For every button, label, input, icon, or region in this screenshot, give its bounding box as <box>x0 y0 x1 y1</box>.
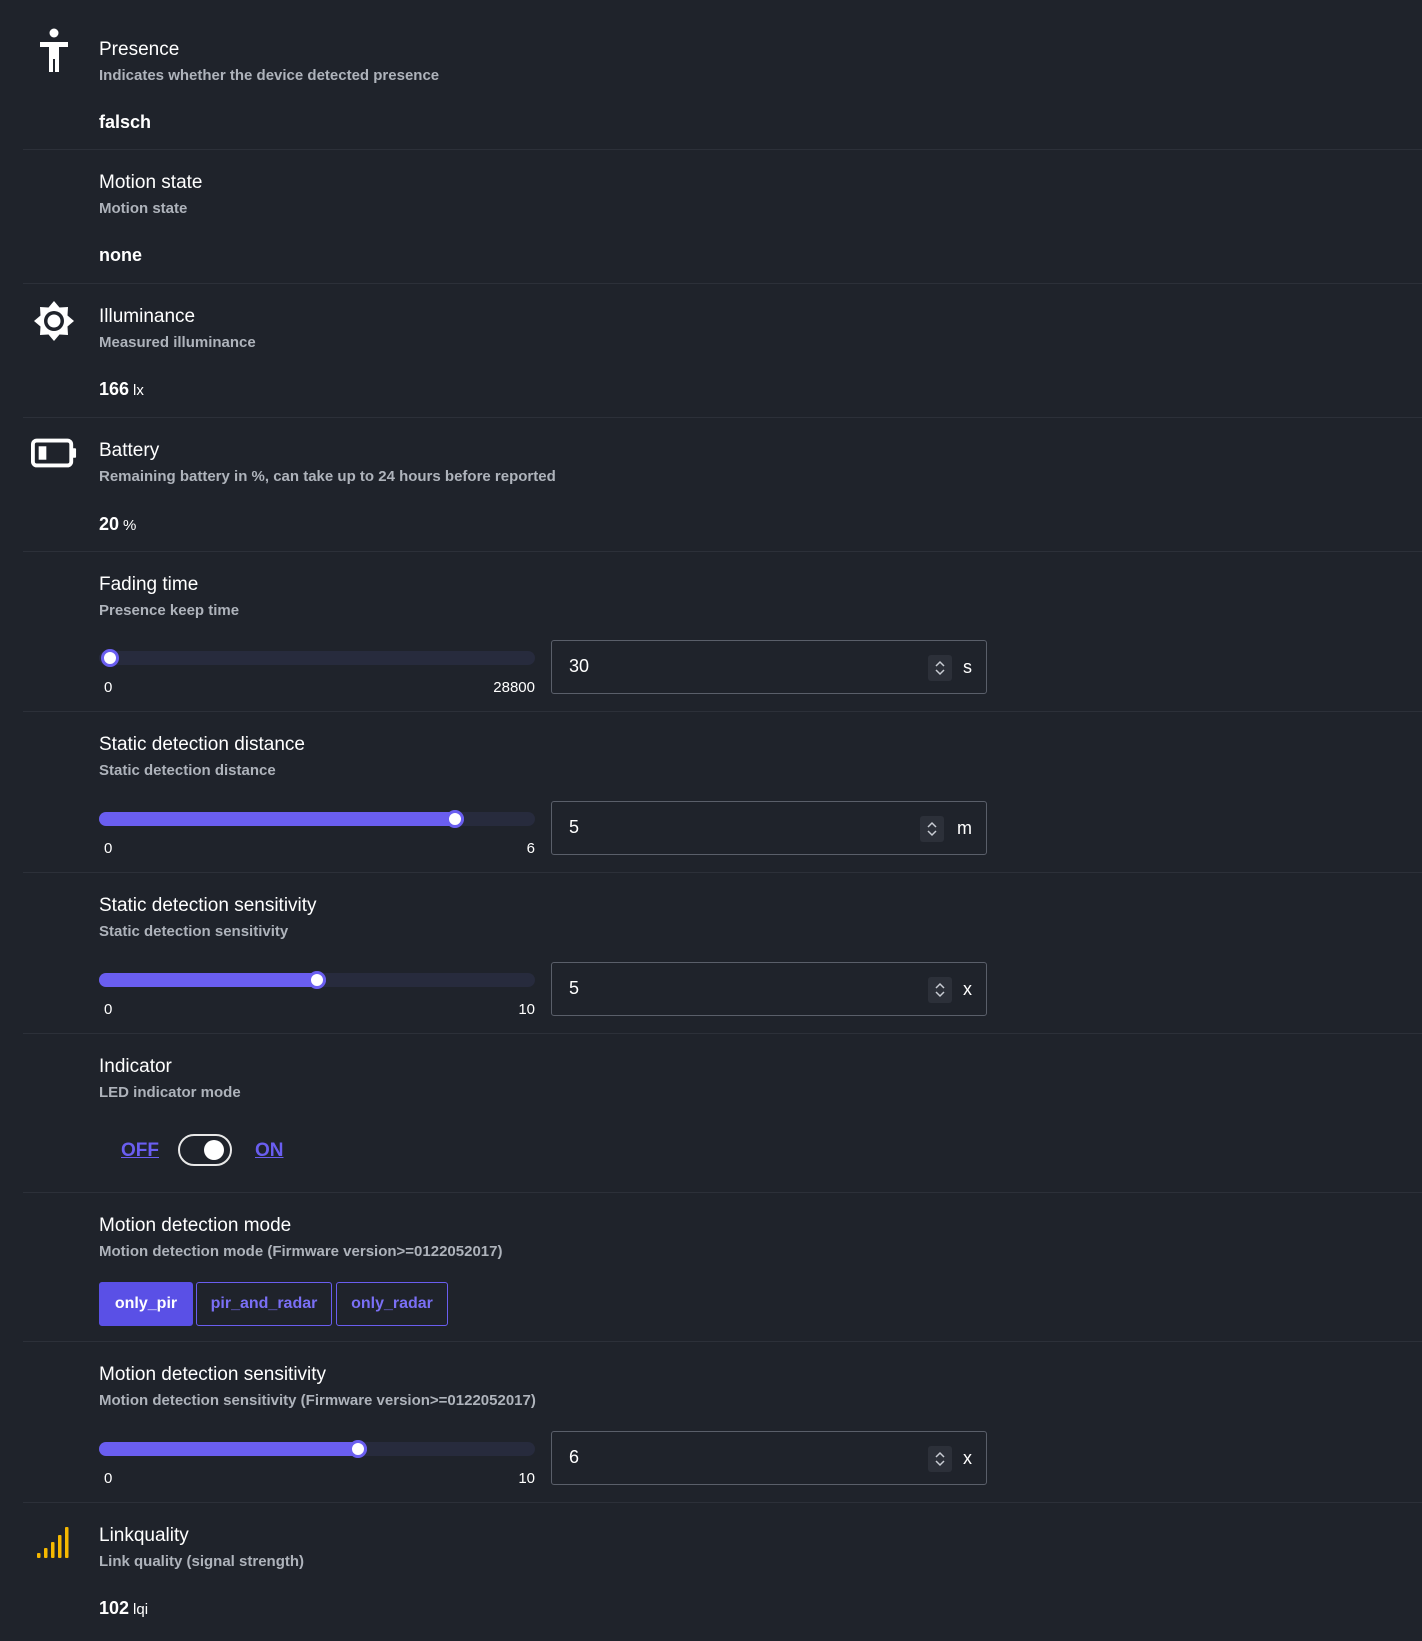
static-sensitivity-max: 10 <box>518 1001 535 1018</box>
static-distance-slider[interactable] <box>99 810 535 828</box>
motion-sensitivity-description: Motion detection sensitivity (Firmware v… <box>99 1392 536 1409</box>
presence-value: falsch <box>99 112 152 132</box>
battery-title: Battery <box>99 440 160 461</box>
battery-row: Battery Remaining battery in %, can take… <box>23 418 1422 552</box>
indicator-row: Indicator LED indicator mode OFF ON <box>23 1034 1422 1193</box>
illuminance-row: Illuminance Measured illuminance 166 lx <box>23 284 1422 418</box>
linkquality-unit: lqi <box>133 1601 149 1618</box>
slider-thumb[interactable] <box>308 971 326 989</box>
battery-value: 20% <box>99 514 136 535</box>
indicator-on-label[interactable]: ON <box>255 1140 284 1162</box>
mode-option-pir-and-radar[interactable]: pir_and_radar <box>196 1282 332 1326</box>
motion-state-row: Motion state Motion state none <box>23 150 1422 284</box>
fading-time-slider[interactable] <box>99 649 535 667</box>
static-distance-max: 6 <box>526 840 535 857</box>
motion-sensitivity-max: 10 <box>518 1470 535 1487</box>
linkquality-row: Linkquality Link quality (signal strengt… <box>23 1503 1422 1641</box>
linkquality-description: Link quality (signal strength) <box>99 1553 305 1570</box>
static-distance-description: Static detection distance <box>99 762 276 779</box>
static-sensitivity-input-unit: x <box>963 979 972 999</box>
motion-sensitivity-title: Motion detection sensitivity <box>99 1364 327 1385</box>
static-sensitivity-input-value: 5 <box>569 978 580 998</box>
illuminance-number: 166 <box>99 379 130 399</box>
battery-unit: % <box>123 517 137 534</box>
slider-fill <box>99 812 464 826</box>
indicator-title: Indicator <box>99 1056 172 1077</box>
illuminance-description: Measured illuminance <box>99 334 256 351</box>
static-sensitivity-row: Static detection sensitivity Static dete… <box>23 873 1422 1034</box>
fading-time-description: Presence keep time <box>99 602 240 619</box>
spinner-icon[interactable] <box>928 1446 952 1472</box>
motion-mode-title: Motion detection mode <box>99 1215 292 1236</box>
motion-state-description: Motion state <box>99 200 188 217</box>
static-sensitivity-slider[interactable] <box>99 971 535 989</box>
motion-sensitivity-input[interactable]: 6 x <box>551 1431 987 1485</box>
presence-description: Indicates whether the device detected pr… <box>99 67 440 84</box>
static-sensitivity-input[interactable]: 5 x <box>551 962 987 1016</box>
person-icon <box>31 28 77 74</box>
indicator-toggle[interactable] <box>178 1134 232 1166</box>
motion-state-title: Motion state <box>99 172 203 193</box>
indicator-description: LED indicator mode <box>99 1084 241 1101</box>
slider-thumb[interactable] <box>445 810 464 828</box>
battery-icon <box>31 430 77 476</box>
static-distance-min: 0 <box>104 840 113 857</box>
static-distance-input-value: 5 <box>569 817 580 837</box>
spinner-icon[interactable] <box>928 655 952 681</box>
illuminance-value: 166 lx <box>99 379 144 400</box>
static-distance-input[interactable]: 5 m <box>551 801 987 855</box>
static-sensitivity-description: Static detection sensitivity <box>99 923 289 940</box>
motion-sensitivity-input-value: 6 <box>569 1447 580 1467</box>
fading-time-input-value: 30 <box>569 656 590 676</box>
fading-time-title: Fading time <box>99 574 199 595</box>
static-sensitivity-title: Static detection sensitivity <box>99 895 317 916</box>
linkquality-title: Linkquality <box>99 1525 189 1546</box>
motion-sensitivity-row: Motion detection sensitivity Motion dete… <box>23 1342 1422 1503</box>
illuminance-unit: lx <box>133 382 144 399</box>
fading-time-min: 0 <box>104 679 113 696</box>
fading-time-row: Fading time Presence keep time 0 28800 3… <box>23 552 1422 712</box>
brightness-icon <box>31 298 77 344</box>
motion-sensitivity-slider[interactable] <box>99 1440 535 1458</box>
linkquality-number: 102 <box>99 1598 130 1618</box>
presence-title: Presence <box>99 39 180 60</box>
battery-description: Remaining battery in %, can take up to 2… <box>99 468 556 485</box>
illuminance-title: Illuminance <box>99 306 196 327</box>
motion-sensitivity-min: 0 <box>104 1470 113 1487</box>
static-distance-input-unit: m <box>957 818 972 838</box>
slider-fill <box>99 1442 368 1456</box>
motion-mode-description: Motion detection mode (Firmware version>… <box>99 1243 503 1260</box>
mode-option-only-radar[interactable]: only_radar <box>336 1282 448 1326</box>
motion-state-value: none <box>99 245 142 265</box>
fading-time-input-unit: s <box>963 657 972 677</box>
presence-row: Presence Indicates whether the device de… <box>23 0 1422 150</box>
linkquality-value: 102 lqi <box>99 1598 148 1619</box>
spinner-icon[interactable] <box>928 977 952 1003</box>
slider-fill <box>99 973 326 987</box>
spinner-icon[interactable] <box>920 816 944 842</box>
slider-track <box>99 651 535 665</box>
fading-time-input[interactable]: 30 s <box>551 640 987 694</box>
signal-icon <box>31 1519 77 1565</box>
indicator-off-label[interactable]: OFF <box>121 1140 159 1162</box>
battery-number: 20 <box>99 514 120 534</box>
static-sensitivity-min: 0 <box>104 1001 113 1018</box>
fading-time-max: 28800 <box>493 679 535 696</box>
static-distance-row: Static detection distance Static detecti… <box>23 712 1422 873</box>
mode-option-only-pir[interactable]: only_pir <box>99 1282 193 1326</box>
static-distance-title: Static detection distance <box>99 734 305 755</box>
motion-mode-row: Motion detection mode Motion detection m… <box>23 1193 1422 1342</box>
toggle-knob <box>204 1140 224 1160</box>
motion-sensitivity-input-unit: x <box>963 1448 972 1468</box>
